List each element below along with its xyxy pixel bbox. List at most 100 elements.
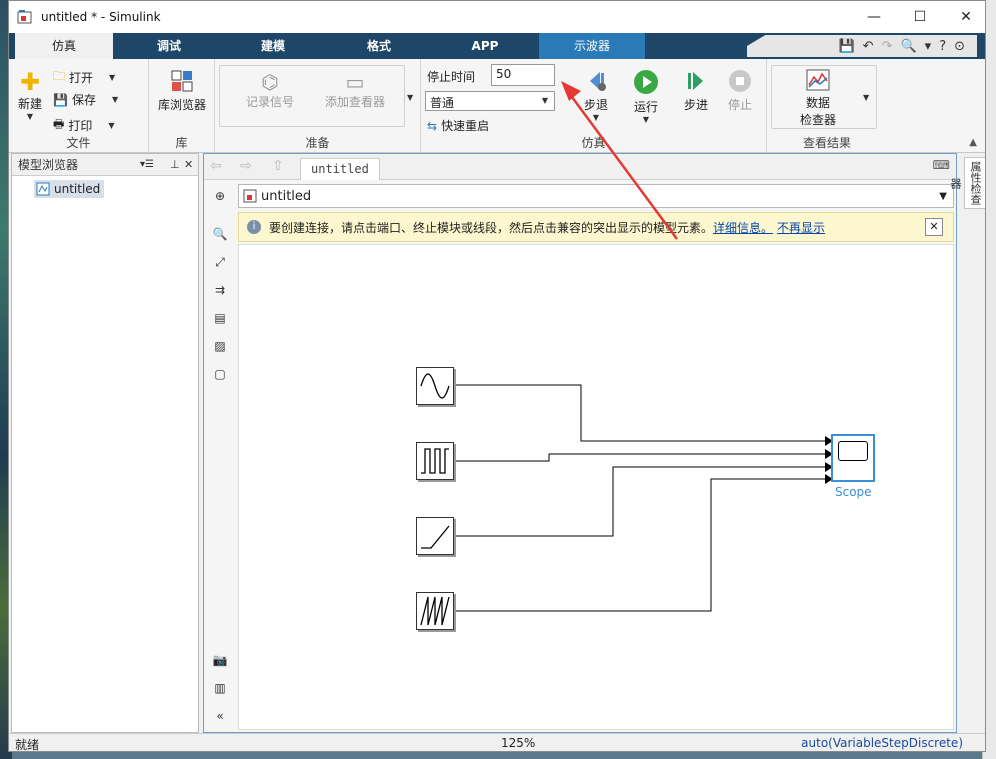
library-browser-icon xyxy=(171,70,193,92)
editor-toolbar: ⇦ ⇨ ⇧ untitled ⌨ xyxy=(204,154,956,180)
window-title: untitled * - Simulink xyxy=(41,10,161,24)
print-button[interactable]: 🖶 打印 ▼ xyxy=(53,115,115,136)
keyboard-icon[interactable]: ⌨ xyxy=(933,158,950,172)
sine-wave-block[interactable] xyxy=(416,367,454,405)
printer-icon: 🖶 xyxy=(53,117,65,131)
save-button[interactable]: 💾 保存 ▼ xyxy=(53,91,118,108)
status-text: 就绪 xyxy=(15,738,40,752)
chevron-down-icon: ▼ xyxy=(111,95,119,104)
chevron-down-icon: ▼ xyxy=(642,115,650,124)
log-signals-button[interactable]: ⌬ 记录信号 xyxy=(235,71,305,110)
editor-tab-untitled[interactable]: untitled xyxy=(300,158,380,180)
collapse-toolbar-icon[interactable]: « xyxy=(212,708,228,724)
prepare-group: ⌬ 记录信号 ▭ 添加查看器 ▼ 准备 xyxy=(215,59,421,153)
pin-icon[interactable]: ⊥ xyxy=(170,158,180,171)
back-icon[interactable]: ⇦ xyxy=(210,158,222,174)
image-icon[interactable]: ▨ xyxy=(212,338,228,354)
close-banner-button[interactable]: ✕ xyxy=(925,218,943,236)
gallery-expand-icon[interactable]: ▼ xyxy=(407,93,413,102)
viewer-icon: ▭ xyxy=(345,70,365,94)
simulink-icon xyxy=(17,10,32,24)
sawtooth-block[interactable] xyxy=(416,592,454,630)
help-icon[interactable]: ? xyxy=(939,39,946,54)
customize-icon[interactable]: ▾ xyxy=(925,39,932,54)
play-icon xyxy=(634,70,658,94)
hide-explorer-icon[interactable]: ⊕ xyxy=(212,188,228,204)
model-data-icon[interactable]: ▥ xyxy=(212,680,228,696)
options-icon[interactable]: ⊙ xyxy=(954,39,965,54)
folder-icon: 🗀 xyxy=(53,69,66,83)
solver-info[interactable]: auto(VariableStepDiscrete) xyxy=(801,736,963,750)
maximize-button[interactable]: ☐ xyxy=(897,1,943,33)
tab-scope[interactable]: 示波器 xyxy=(539,33,645,59)
tab-simulation[interactable]: 仿真 xyxy=(15,33,113,59)
step-back-button[interactable]: 步退 ▼ xyxy=(579,69,613,122)
info-icon: i xyxy=(247,220,261,234)
file-group: ✚ 新建 ▼ 🗀 打开 ▼ 💾 保存 ▼ 🖶 打印 ▼ 文件 xyxy=(9,59,149,153)
open-button[interactable]: 🗀 打开 ▼ xyxy=(53,67,115,88)
pulse-generator-block[interactable] xyxy=(416,442,454,480)
title-bar: untitled * - Simulink — ☐ ✕ xyxy=(9,1,985,33)
undo-icon[interactable]: ↶ xyxy=(863,39,874,54)
breadcrumb-bar[interactable]: untitled ▼ xyxy=(238,184,954,208)
sine-wave-icon xyxy=(420,373,450,399)
model-editor: ⇦ ⇨ ⇧ untitled ⌨ ⊕ 🔍 ⤢ ⇉ ▤ ▨ ▢ 📷 ▥ « unt… xyxy=(203,153,957,733)
close-button[interactable]: ✕ xyxy=(943,1,985,33)
stop-time-label: 停止时间 xyxy=(427,70,476,84)
save-icon[interactable]: 💾 xyxy=(838,39,854,54)
panel-menu-icon[interactable]: ▾☰ xyxy=(140,159,154,170)
chevron-down-icon[interactable]: ▼ xyxy=(939,191,947,202)
new-button[interactable]: ✚ 新建 ▼ xyxy=(11,69,49,121)
ramp-icon xyxy=(421,525,450,549)
chevron-down-icon: ▼ xyxy=(26,112,34,121)
tree-item-untitled[interactable]: untitled xyxy=(34,180,105,198)
gallery-expand-icon[interactable]: ▼ xyxy=(863,93,869,102)
details-link[interactable]: 详细信息。 xyxy=(713,219,773,236)
property-inspector-tab[interactable]: 属性检查器 xyxy=(949,157,985,209)
sawtooth-icon xyxy=(420,596,450,626)
step-back-icon xyxy=(590,72,606,91)
add-viewer-button[interactable]: ▭ 添加查看器 xyxy=(315,71,395,110)
simulate-group: 停止时间 50 普通 ▼ ⇆ 快速重启 步退 ▼ 运行 ▼ 步进 停止 仿真 xyxy=(421,59,767,153)
vertical-toolbar: ⊕ 🔍 ⤢ ⇉ ▤ ▨ ▢ 📷 ▥ « xyxy=(206,184,234,728)
minimize-button[interactable]: — xyxy=(851,1,897,33)
simulation-mode-select[interactable]: 普通 ▼ xyxy=(425,91,555,111)
chevron-down-icon: ▼ xyxy=(541,96,548,105)
search-icon[interactable]: 🔍 xyxy=(900,39,916,54)
library-browser-button[interactable]: 库浏览器 xyxy=(153,69,211,113)
up-icon[interactable]: ⇧ xyxy=(272,158,284,174)
annotation-icon[interactable]: ▤ xyxy=(212,310,228,326)
chevron-down-icon: ▼ xyxy=(108,121,115,130)
area-icon[interactable]: ▢ xyxy=(212,366,228,382)
dont-show-link[interactable]: 不再显示 xyxy=(777,219,825,236)
model-canvas[interactable]: Scope xyxy=(238,244,954,730)
redo-icon[interactable]: ↷ xyxy=(882,39,893,54)
scope-block[interactable] xyxy=(831,434,875,482)
tab-debug[interactable]: 调试 xyxy=(121,33,217,59)
tab-format[interactable]: 格式 xyxy=(331,33,427,59)
signal-routing-icon[interactable]: ⇉ xyxy=(212,282,228,298)
tab-apps[interactable]: APP xyxy=(437,33,533,59)
ribbon: ✚ 新建 ▼ 🗀 打开 ▼ 💾 保存 ▼ 🖶 打印 ▼ 文件 库浏览器 库 ⌬ 记录信号 xyxy=(9,59,985,153)
tab-modeling[interactable]: 建模 xyxy=(225,33,321,59)
signal-line-sine xyxy=(454,384,825,442)
signal-line-pulse xyxy=(454,453,825,462)
data-inspector-button[interactable]: 数据 检查器 xyxy=(783,69,853,128)
zoom-icon[interactable]: 🔍 xyxy=(212,226,228,242)
ramp-block[interactable] xyxy=(416,517,454,555)
signal-line-ramp xyxy=(454,466,825,537)
collapse-ribbon-icon[interactable]: ▲ xyxy=(969,137,977,148)
stop-time-input[interactable]: 50 xyxy=(491,64,555,86)
model-browser-panel: 模型浏览器 ▾☰ ⊥ ✕ untitled xyxy=(11,153,199,733)
forward-icon[interactable]: ⇨ xyxy=(240,158,252,174)
fast-restart-toggle[interactable]: ⇆ 快速重启 xyxy=(427,117,489,134)
fit-view-icon[interactable]: ⤢ xyxy=(212,254,228,270)
step-forward-button[interactable]: 步进 xyxy=(679,69,713,113)
zoom-level: 125% xyxy=(501,736,536,750)
camera-icon[interactable]: 📷 xyxy=(212,652,228,668)
stop-button[interactable]: 停止 xyxy=(723,69,757,113)
run-button[interactable]: 运行 ▼ xyxy=(629,69,663,124)
signal-line-sawtooth xyxy=(454,478,825,612)
status-bar: 就绪 125% auto(VariableStepDiscrete) xyxy=(9,733,985,752)
close-panel-icon[interactable]: ✕ xyxy=(184,158,193,171)
